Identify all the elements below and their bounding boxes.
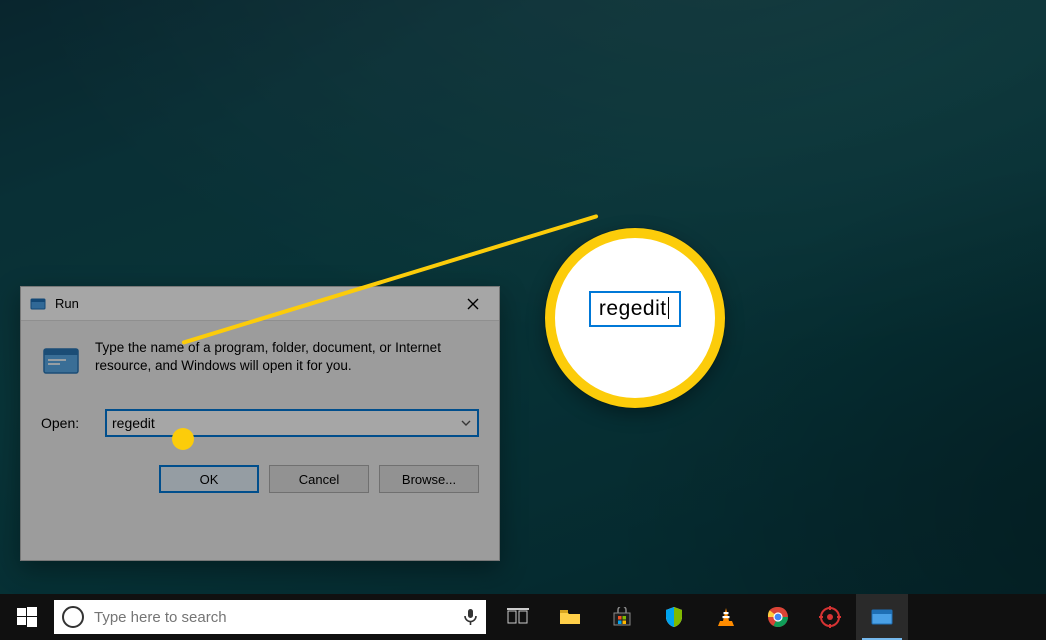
taskbar-search-input[interactable] (94, 609, 453, 626)
taskbar-apps (492, 594, 908, 640)
taskbar-app-chrome[interactable] (752, 594, 804, 640)
run-app-icon (41, 341, 81, 381)
taskbar-app-task-view[interactable] (492, 594, 544, 640)
taskbar-app-file-explorer[interactable] (544, 594, 596, 640)
run-button-row: OK Cancel Browse... (21, 437, 499, 493)
cortana-icon (62, 606, 84, 628)
desktop-background: Run Type the name of a program, folder, … (0, 0, 1046, 640)
taskbar-app-settings-gear[interactable] (804, 594, 856, 640)
taskbar-app-run-dialog[interactable] (856, 594, 908, 640)
run-title: Run (55, 296, 79, 311)
annotation-magnifier: regedit (545, 228, 725, 408)
mic-icon[interactable] (463, 608, 478, 626)
run-body: Type the name of a program, folder, docu… (21, 321, 499, 389)
run-description: Type the name of a program, folder, docu… (95, 339, 479, 375)
open-input[interactable] (106, 410, 456, 436)
taskbar-app-vlc[interactable] (700, 594, 752, 640)
run-titlebar: Run (21, 287, 499, 321)
taskbar (0, 594, 1046, 640)
magnifier-input-preview: regedit (589, 291, 681, 327)
taskbar-app-microsoft-store[interactable] (596, 594, 648, 640)
taskbar-search[interactable] (54, 600, 486, 634)
browse-button[interactable]: Browse... (379, 465, 479, 493)
cancel-button[interactable]: Cancel (269, 465, 369, 493)
ok-button[interactable]: OK (159, 465, 259, 493)
start-button[interactable] (0, 594, 54, 640)
taskbar-app-security-center[interactable] (648, 594, 700, 640)
magnifier-value: regedit (599, 297, 667, 320)
open-label: Open: (41, 415, 91, 431)
open-combobox[interactable] (105, 409, 479, 437)
run-dialog: Run Type the name of a program, folder, … (20, 286, 500, 561)
run-open-row: Open: (21, 389, 499, 437)
windows-logo-icon (17, 607, 37, 627)
chevron-down-icon[interactable] (456, 410, 476, 436)
close-button[interactable] (453, 291, 493, 317)
run-titlebar-icon (29, 295, 47, 313)
